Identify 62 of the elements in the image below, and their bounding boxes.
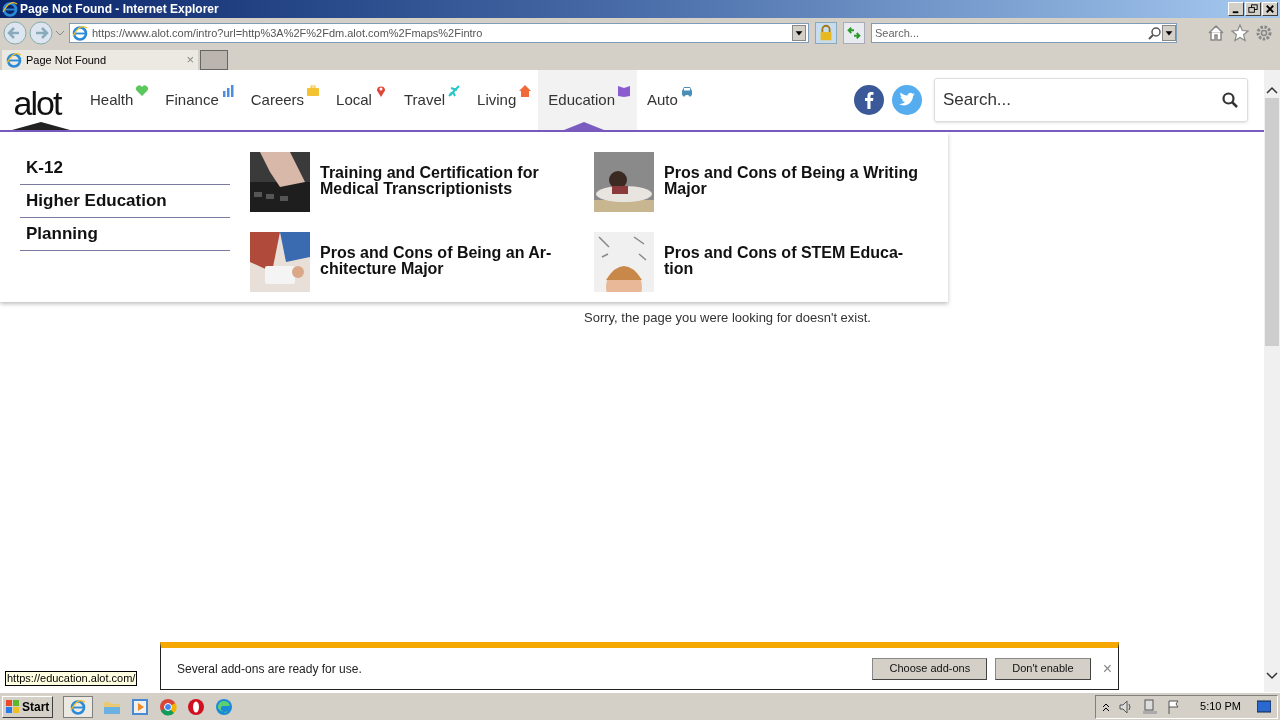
dropdown-button[interactable] [792,25,806,41]
search-icon[interactable] [1221,91,1239,109]
nav-item[interactable]: Education [538,70,637,130]
media-player-icon[interactable] [131,697,150,716]
opera-icon[interactable] [187,697,206,716]
window-title: Page Not Found - Internet Explorer [20,1,219,18]
address-bar[interactable]: https://www.alot.com/intro?url=http%3A%2F%2Fdm.alot.com%2Fmaps%2Fintro [69,23,809,43]
nav-item[interactable]: Local [326,70,394,130]
notification-button[interactable]: Don't enable [995,657,1091,680]
network-icon[interactable] [1142,698,1159,715]
facebook-icon[interactable] [854,85,884,115]
article-link[interactable]: Training and Certification for Medical Transcriptionists [320,152,539,222]
search-field[interactable]: Search... [871,23,1177,43]
nav-item[interactable]: Living [467,70,539,130]
scroll-up-icon[interactable] [1266,86,1278,94]
menu-link[interactable]: K-12 [20,152,230,185]
notification-button[interactable]: Choose add-ons [872,657,988,680]
minimize-button[interactable] [1228,2,1244,16]
menu-link[interactable]: Higher Education [20,185,230,218]
new-tab-button[interactable] [200,50,228,70]
show-hidden-icons-icon[interactable] [1102,701,1111,712]
taskbar-button[interactable] [63,695,94,718]
triangle-icon [12,122,70,130]
notification-message: Several add-ons are ready for use. [177,660,363,678]
browser-logo-icon [72,25,88,41]
browser-logo-icon [6,52,22,68]
close-icon[interactable]: × [1102,656,1112,681]
browser-logo-icon [2,1,18,17]
article-link[interactable]: Pros and Cons of STEM Educa- tion [664,232,904,302]
star-icon[interactable] [1231,24,1249,42]
windows-logo-icon [6,699,20,714]
article-link[interactable]: Pros and Cons of Being a Writing Major [664,152,918,222]
clock[interactable]: 5:10 PM [1200,698,1241,715]
chrome-icon[interactable] [159,697,178,716]
error-message: Sorry, the page you were looking for doesn't exist. [584,309,872,327]
menu-link[interactable]: Planning [20,218,230,251]
nav-item[interactable]: Finance [155,70,241,130]
edge-icon[interactable] [215,697,234,716]
refresh-button[interactable] [843,22,865,44]
restore-button[interactable] [1245,2,1261,16]
scroll-down-icon[interactable] [1266,672,1278,680]
nav-item[interactable]: Travel [393,70,468,130]
settings-icon[interactable] [1255,24,1273,42]
browser-tab[interactable]: Page Not Found × [2,50,198,70]
back-button[interactable] [3,21,27,45]
twitter-icon[interactable] [892,85,922,115]
home-icon[interactable] [1207,24,1225,42]
padlock-icon[interactable] [815,22,837,44]
browser-logo-icon [70,698,87,715]
nav-item[interactable]: Health [80,70,156,130]
show-desktop-icon[interactable] [1257,699,1271,714]
forward-button[interactable] [29,21,53,45]
site-logo[interactable]: alot [13,86,61,120]
search-icon[interactable] [1148,26,1162,40]
start-button[interactable]: Start [2,695,54,718]
dropdown-button[interactable] [1162,25,1176,41]
article-link[interactable]: Pros and Cons of Being an Ar- chitecture Major [320,232,552,302]
close-button[interactable] [1262,2,1278,16]
nav-item[interactable]: Careers [240,70,327,130]
site-search-field[interactable]: Search... [934,78,1248,122]
nav-item[interactable]: Auto [637,70,700,130]
status-url: https://education.alot.com/ [5,671,138,686]
